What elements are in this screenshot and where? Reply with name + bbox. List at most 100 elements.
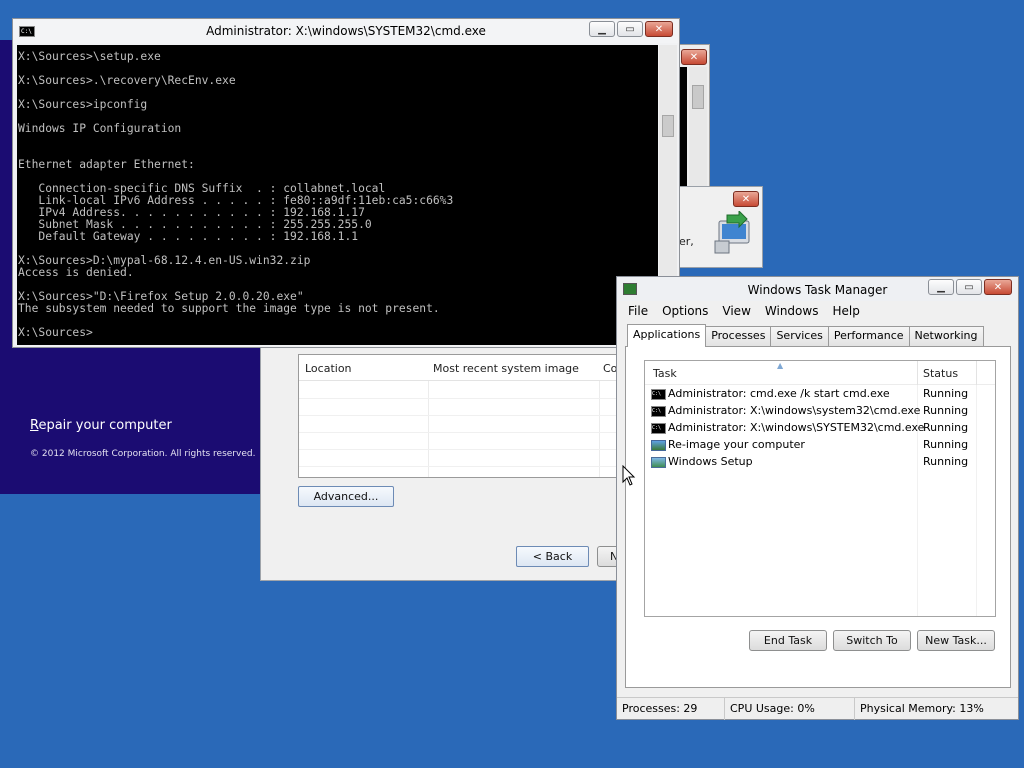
task-name: Administrator: cmd.exe /k start cmd.exe [668, 387, 890, 400]
end-task-button[interactable]: End Task [749, 630, 827, 651]
task-status: Running [923, 438, 969, 451]
dialog-text-partial: er, [679, 235, 694, 248]
cmd-window[interactable]: C:\ Administrator: X:\windows\SYSTEM32\c… [12, 18, 680, 348]
task-row[interactable]: C:\ Administrator: X:\windows\system32\c… [649, 403, 995, 420]
cmd-icon: C:\ [651, 389, 666, 400]
menu-options[interactable]: Options [655, 301, 715, 321]
console-line: The subsystem needed to support the imag… [18, 302, 440, 315]
close-button[interactable]: ✕ [681, 49, 707, 65]
repair-your-computer-link[interactable]: Repair your computer [30, 418, 172, 433]
menu-bar: File Options View Windows Help [617, 301, 1018, 321]
scrollbar-thumb[interactable] [662, 115, 674, 137]
minimize-icon: ▁ [937, 281, 945, 293]
console-output[interactable]: X:\Sources>\setup.exe X:\Sources>.\recove… [17, 45, 658, 345]
close-icon: ✕ [993, 281, 1003, 293]
menu-file[interactable]: File [621, 301, 655, 321]
status-processes: Processes: 29 [617, 698, 725, 720]
task-row[interactable]: Re-image your computer Running [649, 437, 995, 454]
reimage-dialog[interactable]: ✕ er, [678, 186, 763, 268]
computer-reimage-icon [714, 211, 750, 254]
task-status: Running [923, 387, 969, 400]
close-button[interactable]: ✕ [984, 279, 1012, 295]
scrollbar[interactable] [689, 67, 707, 205]
cmd-icon: C:\ [651, 406, 666, 417]
mouse-cursor-icon [622, 465, 636, 486]
setup-icon [651, 457, 666, 468]
column-separator[interactable] [917, 361, 918, 385]
tab-networking[interactable]: Networking [908, 326, 984, 346]
console-line: Windows IP Configuration [18, 122, 182, 135]
menu-windows[interactable]: Windows [758, 301, 826, 321]
new-task-button[interactable]: New Task... [917, 630, 995, 651]
task-manager-titlebar[interactable]: Windows Task Manager ▁ ▭ ✕ [617, 277, 1018, 301]
cmd-titlebar[interactable]: C:\ Administrator: X:\windows\SYSTEM32\c… [13, 19, 679, 43]
tab-strip: Applications Processes Services Performa… [627, 324, 984, 347]
close-icon: ✕ [689, 51, 699, 63]
task-name: Windows Setup [668, 455, 753, 468]
grid-line [299, 466, 617, 467]
switch-to-button[interactable]: Switch To [833, 630, 911, 651]
grid-line [299, 432, 617, 433]
applications-panel: Task ▲ Status C:\ Administrator: cmd.exe… [625, 346, 1011, 688]
maximize-button[interactable]: ▭ [617, 21, 643, 37]
task-name: Administrator: X:\windows\SYSTEM32\cmd.e… [668, 421, 925, 434]
back-button[interactable]: < Back [516, 546, 589, 567]
grid-line [299, 449, 617, 450]
column-task[interactable]: Task [653, 367, 677, 380]
window-controls: ▁ ▭ ✕ [589, 21, 673, 37]
maximize-icon: ▭ [625, 23, 635, 35]
status-cpu-usage: CPU Usage: 0% [725, 698, 855, 720]
grid-line [299, 398, 617, 399]
status-physical-memory: Physical Memory: 13% [860, 702, 984, 715]
menu-view[interactable]: View [715, 301, 757, 321]
minimize-button[interactable]: ▁ [589, 21, 615, 37]
tab-services[interactable]: Services [770, 326, 829, 346]
system-image-dialog: Location Most recent system image Co Adv… [260, 340, 627, 581]
task-status: Running [923, 455, 969, 468]
console-line: X:\Sources> [18, 326, 93, 339]
close-button[interactable]: ✕ [645, 21, 673, 37]
menu-help[interactable]: Help [825, 301, 866, 321]
system-image-table[interactable]: Location Most recent system image Co [298, 354, 618, 478]
task-status: Running [923, 421, 969, 434]
task-list[interactable]: Task ▲ Status C:\ Administrator: cmd.exe… [644, 360, 996, 617]
minimize-button[interactable]: ▁ [928, 279, 954, 295]
console-line: Access is denied. [18, 266, 134, 279]
close-icon: ✕ [741, 193, 751, 205]
task-manager-window[interactable]: Windows Task Manager ▁ ▭ ✕ File Options … [616, 276, 1019, 720]
console-line: X:\Sources>ipconfig [18, 98, 148, 111]
task-row[interactable]: C:\ Administrator: cmd.exe /k start cmd.… [649, 386, 995, 403]
grid-line [299, 415, 617, 416]
close-button[interactable]: ✕ [733, 191, 759, 207]
status-bar: Processes: 29 CPU Usage: 0% Physical Mem… [617, 697, 1018, 720]
task-name: Administrator: X:\windows\system32\cmd.e… [668, 404, 921, 417]
task-status: Running [923, 404, 969, 417]
column-most-recent-image[interactable]: Most recent system image [433, 362, 579, 375]
console-line: Default Gateway . . . . . . . . . : 192.… [18, 230, 359, 243]
task-list-header: Task ▲ Status [645, 361, 995, 385]
sort-arrow-icon: ▲ [777, 361, 784, 370]
grid-line [428, 381, 429, 477]
grid-line [599, 381, 600, 477]
console-line: Ethernet adapter Ethernet: [18, 158, 195, 171]
task-row[interactable]: C:\ Administrator: X:\windows\SYSTEM32\c… [649, 420, 995, 437]
column-location[interactable]: Location [305, 362, 352, 375]
tab-processes[interactable]: Processes [705, 326, 772, 346]
window-controls: ▁ ▭ ✕ [928, 279, 1012, 295]
reimage-icon [651, 440, 666, 451]
task-row[interactable]: Windows Setup Running [649, 454, 995, 471]
task-name: Re-image your computer [668, 438, 805, 451]
scrollbar-thumb[interactable] [692, 85, 704, 109]
tab-applications[interactable]: Applications [627, 324, 707, 347]
maximize-icon: ▭ [964, 281, 974, 293]
maximize-button[interactable]: ▭ [956, 279, 982, 295]
column-status[interactable]: Status [923, 367, 958, 380]
cmd-title: Administrator: X:\windows\SYSTEM32\cmd.e… [206, 24, 486, 38]
tab-performance[interactable]: Performance [827, 326, 910, 346]
minimize-icon: ▁ [598, 23, 606, 35]
console-line: X:\Sources>\setup.exe [18, 50, 161, 63]
column-separator[interactable] [976, 361, 977, 385]
advanced-button[interactable]: Advanced... [298, 486, 394, 507]
system-image-table-header: Location Most recent system image Co [299, 355, 617, 381]
